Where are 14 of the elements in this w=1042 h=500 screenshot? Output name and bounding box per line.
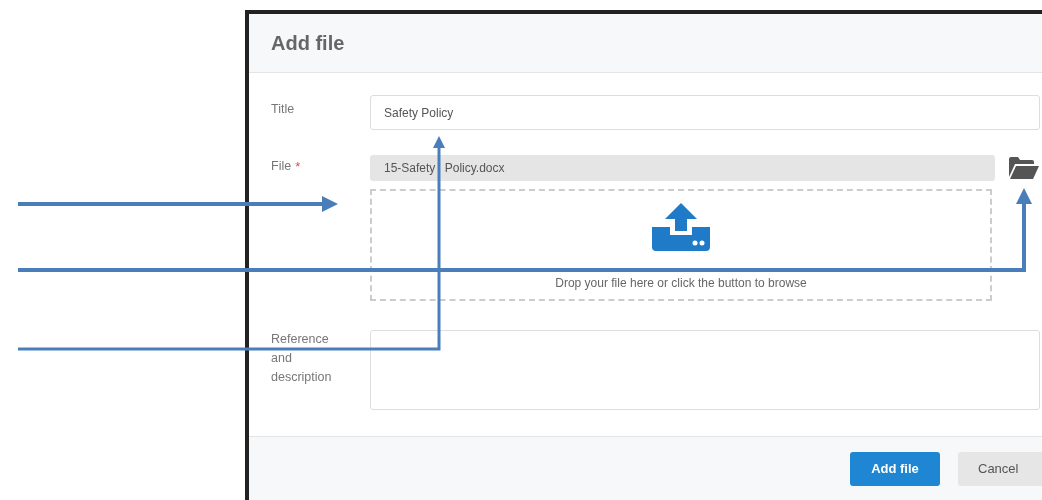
- field-label: File: [271, 158, 292, 175]
- dropzone[interactable]: Drop your file here or click the button to browse: [370, 189, 992, 301]
- dropzone-hint: Drop your file here or click the button to browse: [555, 276, 807, 290]
- input-field[interactable]: Safety Policy: [370, 95, 1040, 130]
- field-label: Reference and description: [271, 331, 333, 386]
- cancel-button[interactable]: Cancel: [958, 451, 1042, 486]
- textarea-field[interactable]: [370, 330, 1040, 410]
- upload-icon: [652, 203, 710, 251]
- required-mark: *: [295, 158, 301, 176]
- folder-icon[interactable]: [1009, 157, 1039, 179]
- file-name-field: 15-Safety Policy.docx: [370, 155, 995, 181]
- field-label: Title: [271, 101, 296, 118]
- dialog-title: Add file: [271, 31, 345, 55]
- add-file-button[interactable]: Add file: [850, 451, 940, 486]
